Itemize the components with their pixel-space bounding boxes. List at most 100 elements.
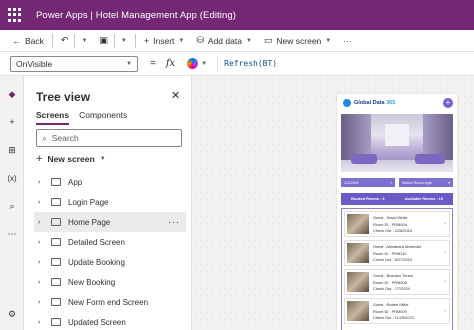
screen-icon — [51, 238, 61, 246]
data-table-icon[interactable]: ⊞ — [6, 144, 18, 156]
chevron-right-icon[interactable]: › — [38, 259, 44, 266]
chevron-down-icon: ▼ — [178, 37, 185, 44]
booking-gallery: Guest : David White Room ID : PRM004 Che… — [341, 208, 453, 330]
preview-header: Global Data 365 + — [337, 94, 457, 112]
calendar-icon: ▪ — [390, 180, 392, 185]
hotel-lobby-image — [341, 114, 453, 172]
command-bar: ← Back ↶ ▼ ▣ ▼ + Insert ▼ ⛁ Add data ▼ ▭… — [0, 30, 474, 52]
brand-logo-icon — [343, 99, 351, 107]
room-type-dropdown[interactable]: Select Room type ▾ — [399, 178, 453, 187]
chevron-right-icon[interactable]: › — [38, 199, 44, 206]
chevron-right-icon[interactable]: › — [38, 299, 44, 306]
chevron-right-icon[interactable]: › — [444, 250, 446, 256]
left-rail: ◆ + ⊞ (x) ⌕ ⋯ ⚙ — [0, 76, 24, 330]
title-bar: Power Apps | Hotel Management App (Editi… — [0, 0, 474, 30]
room-thumbnail — [347, 243, 369, 263]
search-icon: ⌕ — [42, 132, 47, 143]
booking-card[interactable]: Guest : Brandon Torres Room ID : PRM006 … — [344, 269, 450, 295]
chevron-right-icon[interactable]: › — [38, 239, 44, 246]
tree-item-updated-screen[interactable]: › Updated Screen — [34, 312, 186, 330]
tree-item-new-form-end-screen[interactable]: › New Form end Screen — [34, 292, 186, 312]
variables-icon[interactable]: (x) — [6, 172, 18, 184]
layers-icon[interactable]: ◆ — [6, 88, 18, 100]
booking-card[interactable]: Guest : Robert Miller Room ID : PRM009 C… — [344, 298, 450, 324]
booking-card[interactable]: Guest : Alexandra Mckenzie Room ID : PRM… — [344, 240, 450, 266]
new-screen-icon: ▭ — [263, 35, 273, 45]
tree-item-login-page[interactable]: › Login Page — [34, 192, 186, 212]
arrow-left-icon: ← — [12, 35, 21, 46]
copilot-button[interactable]: ▼ — [187, 58, 207, 69]
equals-sign: = — [150, 58, 156, 69]
paste-button[interactable]: ▣ ▼ — [93, 30, 132, 52]
screen-icon — [51, 198, 61, 206]
room-thumbnail — [347, 214, 369, 234]
add-data-button[interactable]: ⛁ Add data ▼ — [190, 30, 258, 52]
chevron-right-icon[interactable]: › — [38, 279, 44, 286]
property-dropdown[interactable]: OnVisible ▼ — [10, 55, 138, 72]
chevron-down-icon[interactable]: ▼ — [121, 38, 127, 44]
panel-title: Tree view — [36, 90, 91, 104]
plus-icon: + — [36, 153, 43, 165]
tree-item-app[interactable]: › App — [34, 172, 186, 192]
chevron-down-icon: ▼ — [126, 60, 132, 67]
chevron-right-icon[interactable]: › — [444, 279, 446, 285]
tree-view-panel: Tree view ✕ Screens Components ⌕ Search … — [24, 76, 192, 330]
chevron-down-icon: ▼ — [99, 156, 106, 162]
tree-item-detailed-screen[interactable]: › Detailed Screen — [34, 232, 186, 252]
room-thumbnail — [347, 301, 369, 321]
screen-icon — [51, 298, 61, 306]
undo-button[interactable]: ↶ ▼ — [55, 30, 94, 52]
tab-components[interactable]: Components — [79, 110, 127, 125]
window-title: Power Apps | Hotel Management App (Editi… — [36, 9, 237, 21]
chevron-right-icon[interactable]: › — [444, 221, 446, 227]
screen-list: › App › Login Page › Home Page ··· › Det… — [34, 172, 186, 330]
chevron-right-icon[interactable]: › — [38, 219, 44, 226]
room-thumbnail — [347, 272, 369, 292]
chevron-down-icon: ▼ — [325, 37, 332, 44]
tree-tabs: Screens Components — [36, 110, 127, 125]
tree-item-update-booking[interactable]: › Update Booking — [34, 252, 186, 272]
booking-card[interactable]: Guest : David White Room ID : PRM004 Che… — [344, 211, 450, 237]
room-counts-bar: Booked Rooms : 3 Available Rooms : 15 — [341, 193, 453, 205]
plus-icon: + — [143, 35, 150, 46]
divider — [51, 33, 53, 48]
close-icon[interactable]: ✕ — [171, 89, 180, 102]
search-icon[interactable]: ⌕ — [6, 200, 18, 212]
chevron-down-icon: ▼ — [201, 60, 208, 67]
screen-icon — [51, 278, 61, 286]
back-button[interactable]: ← Back — [6, 30, 50, 52]
more-options-icon[interactable]: ··· — [168, 217, 180, 227]
screen-icon — [51, 258, 61, 266]
app-preview-screen[interactable]: Global Data 365 + 1/1/2001 ▪ Select Room… — [337, 94, 457, 330]
more-button[interactable]: ··· — [337, 30, 358, 52]
gear-icon[interactable]: ⚙ — [6, 308, 18, 320]
date-picker[interactable]: 1/1/2001 ▪ — [341, 178, 395, 187]
database-icon: ⛁ — [196, 35, 204, 45]
fx-icon: fx — [165, 58, 176, 69]
new-screen-tree-button[interactable]: + New screen ▼ — [36, 153, 106, 165]
search-input[interactable]: ⌕ Search — [36, 129, 182, 147]
tree-item-new-booking[interactable]: › New Booking — [34, 272, 186, 292]
chevron-right-icon[interactable]: › — [444, 308, 446, 314]
chevron-right-icon[interactable]: › — [38, 319, 44, 326]
tab-screens[interactable]: Screens — [36, 110, 70, 125]
more-tools-icon[interactable]: ⋯ — [6, 228, 18, 240]
app-icon — [51, 178, 61, 186]
insert-button[interactable]: + Insert ▼ — [138, 30, 190, 52]
chevron-down-icon[interactable]: ▼ — [81, 38, 87, 44]
undo-icon: ↶ — [60, 35, 69, 45]
divider — [134, 33, 136, 48]
plus-icon[interactable]: + — [6, 116, 18, 128]
new-screen-button[interactable]: ▭ New screen ▼ — [258, 30, 337, 52]
chevron-down-icon: ▾ — [448, 181, 450, 185]
add-booking-button[interactable]: + — [443, 98, 453, 108]
design-canvas[interactable]: Global Data 365 + 1/1/2001 ▪ Select Room… — [192, 76, 474, 330]
copilot-icon — [187, 58, 199, 69]
chevron-down-icon: ▼ — [245, 37, 252, 44]
formula-input[interactable]: Refresh(BT) — [217, 55, 277, 72]
chevron-right-icon[interactable]: › — [38, 179, 44, 186]
app-launcher-icon[interactable] — [8, 8, 22, 22]
screen-icon — [51, 318, 61, 326]
brand-name: Global Data 365 — [354, 100, 396, 106]
tree-item-home-page[interactable]: › Home Page ··· — [34, 212, 186, 232]
